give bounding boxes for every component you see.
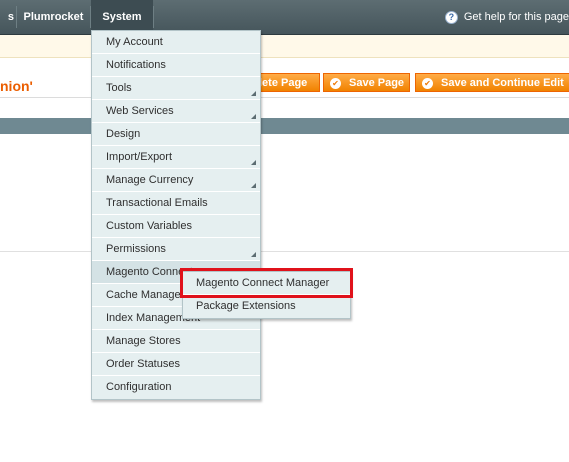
menu-item-label: Order Statuses [106, 358, 180, 370]
menu-item-label: Custom Variables [106, 220, 192, 232]
menu-item-manage-stores[interactable]: Manage Stores [92, 330, 260, 353]
submenu-arrow-icon [251, 160, 256, 165]
nav-separator [153, 6, 154, 28]
submenu-arrow-icon [251, 252, 256, 257]
top-navigation: s Plumrocket System ? Get help for this p… [0, 0, 569, 35]
check-icon: ✔ [330, 78, 341, 89]
menu-item-label: Web Services [106, 105, 174, 117]
page-title: nion' [0, 78, 33, 94]
divider [0, 251, 569, 252]
menu-item-label: Tools [106, 82, 132, 94]
submenu-item-package-extensions[interactable]: Package Extensions [183, 295, 350, 318]
menu-item-permissions[interactable]: Permissions [92, 238, 260, 261]
nav-item-plumrocket[interactable]: Plumrocket [17, 0, 90, 34]
menu-item-label: Design [106, 128, 141, 140]
delete-page-label: lete Page [259, 77, 308, 89]
question-icon: ? [444, 10, 458, 24]
menu-item-label: Manage Stores [106, 335, 181, 347]
section-header [0, 118, 569, 134]
menu-item-label: Permissions [106, 243, 166, 255]
menu-item-custom-variables[interactable]: Custom Variables [92, 215, 260, 238]
menu-item-tools[interactable]: Tools [92, 77, 260, 100]
submenu-arrow-icon [251, 114, 256, 119]
menu-item-label: Notifications [106, 59, 166, 71]
menu-item-order-statuses[interactable]: Order Statuses [92, 353, 260, 376]
nav-item-system[interactable]: System [91, 0, 153, 34]
menu-item-my-account[interactable]: My Account [92, 31, 260, 54]
save-and-continue-label: Save and Continue Edit [441, 77, 564, 89]
menu-item-label: My Account [106, 36, 163, 48]
highlight-box [180, 268, 353, 298]
notice-bar [0, 35, 569, 58]
help-link[interactable]: ? Get help for this page [444, 0, 569, 34]
submenu-arrow-icon [251, 183, 256, 188]
menu-item-label: Manage Currency [106, 174, 194, 186]
submenu-item-label: Package Extensions [196, 300, 296, 312]
menu-item-configuration[interactable]: Configuration [92, 376, 260, 399]
menu-item-notifications[interactable]: Notifications [92, 54, 260, 77]
nav-item-partial[interactable]: s [0, 0, 14, 34]
menu-item-label: Import/Export [106, 151, 173, 163]
save-page-button[interactable]: ✔ Save Page [323, 73, 410, 92]
menu-item-design[interactable]: Design [92, 123, 260, 146]
save-page-label: Save Page [349, 77, 405, 89]
divider [0, 97, 569, 98]
check-icon: ✔ [422, 78, 433, 89]
menu-item-label: Configuration [106, 381, 172, 393]
menu-item-import-export[interactable]: Import/Export [92, 146, 260, 169]
menu-item-transactional-emails[interactable]: Transactional Emails [92, 192, 260, 215]
save-and-continue-button[interactable]: ✔ Save and Continue Edit [415, 73, 569, 92]
system-dropdown-menu: My Account Notifications Tools Web Servi… [91, 30, 261, 400]
submenu-arrow-icon [251, 91, 256, 96]
help-label: Get help for this page [463, 11, 569, 24]
menu-item-label: Transactional Emails [106, 197, 208, 209]
menu-item-manage-currency[interactable]: Manage Currency [92, 169, 260, 192]
menu-item-web-services[interactable]: Web Services [92, 100, 260, 123]
